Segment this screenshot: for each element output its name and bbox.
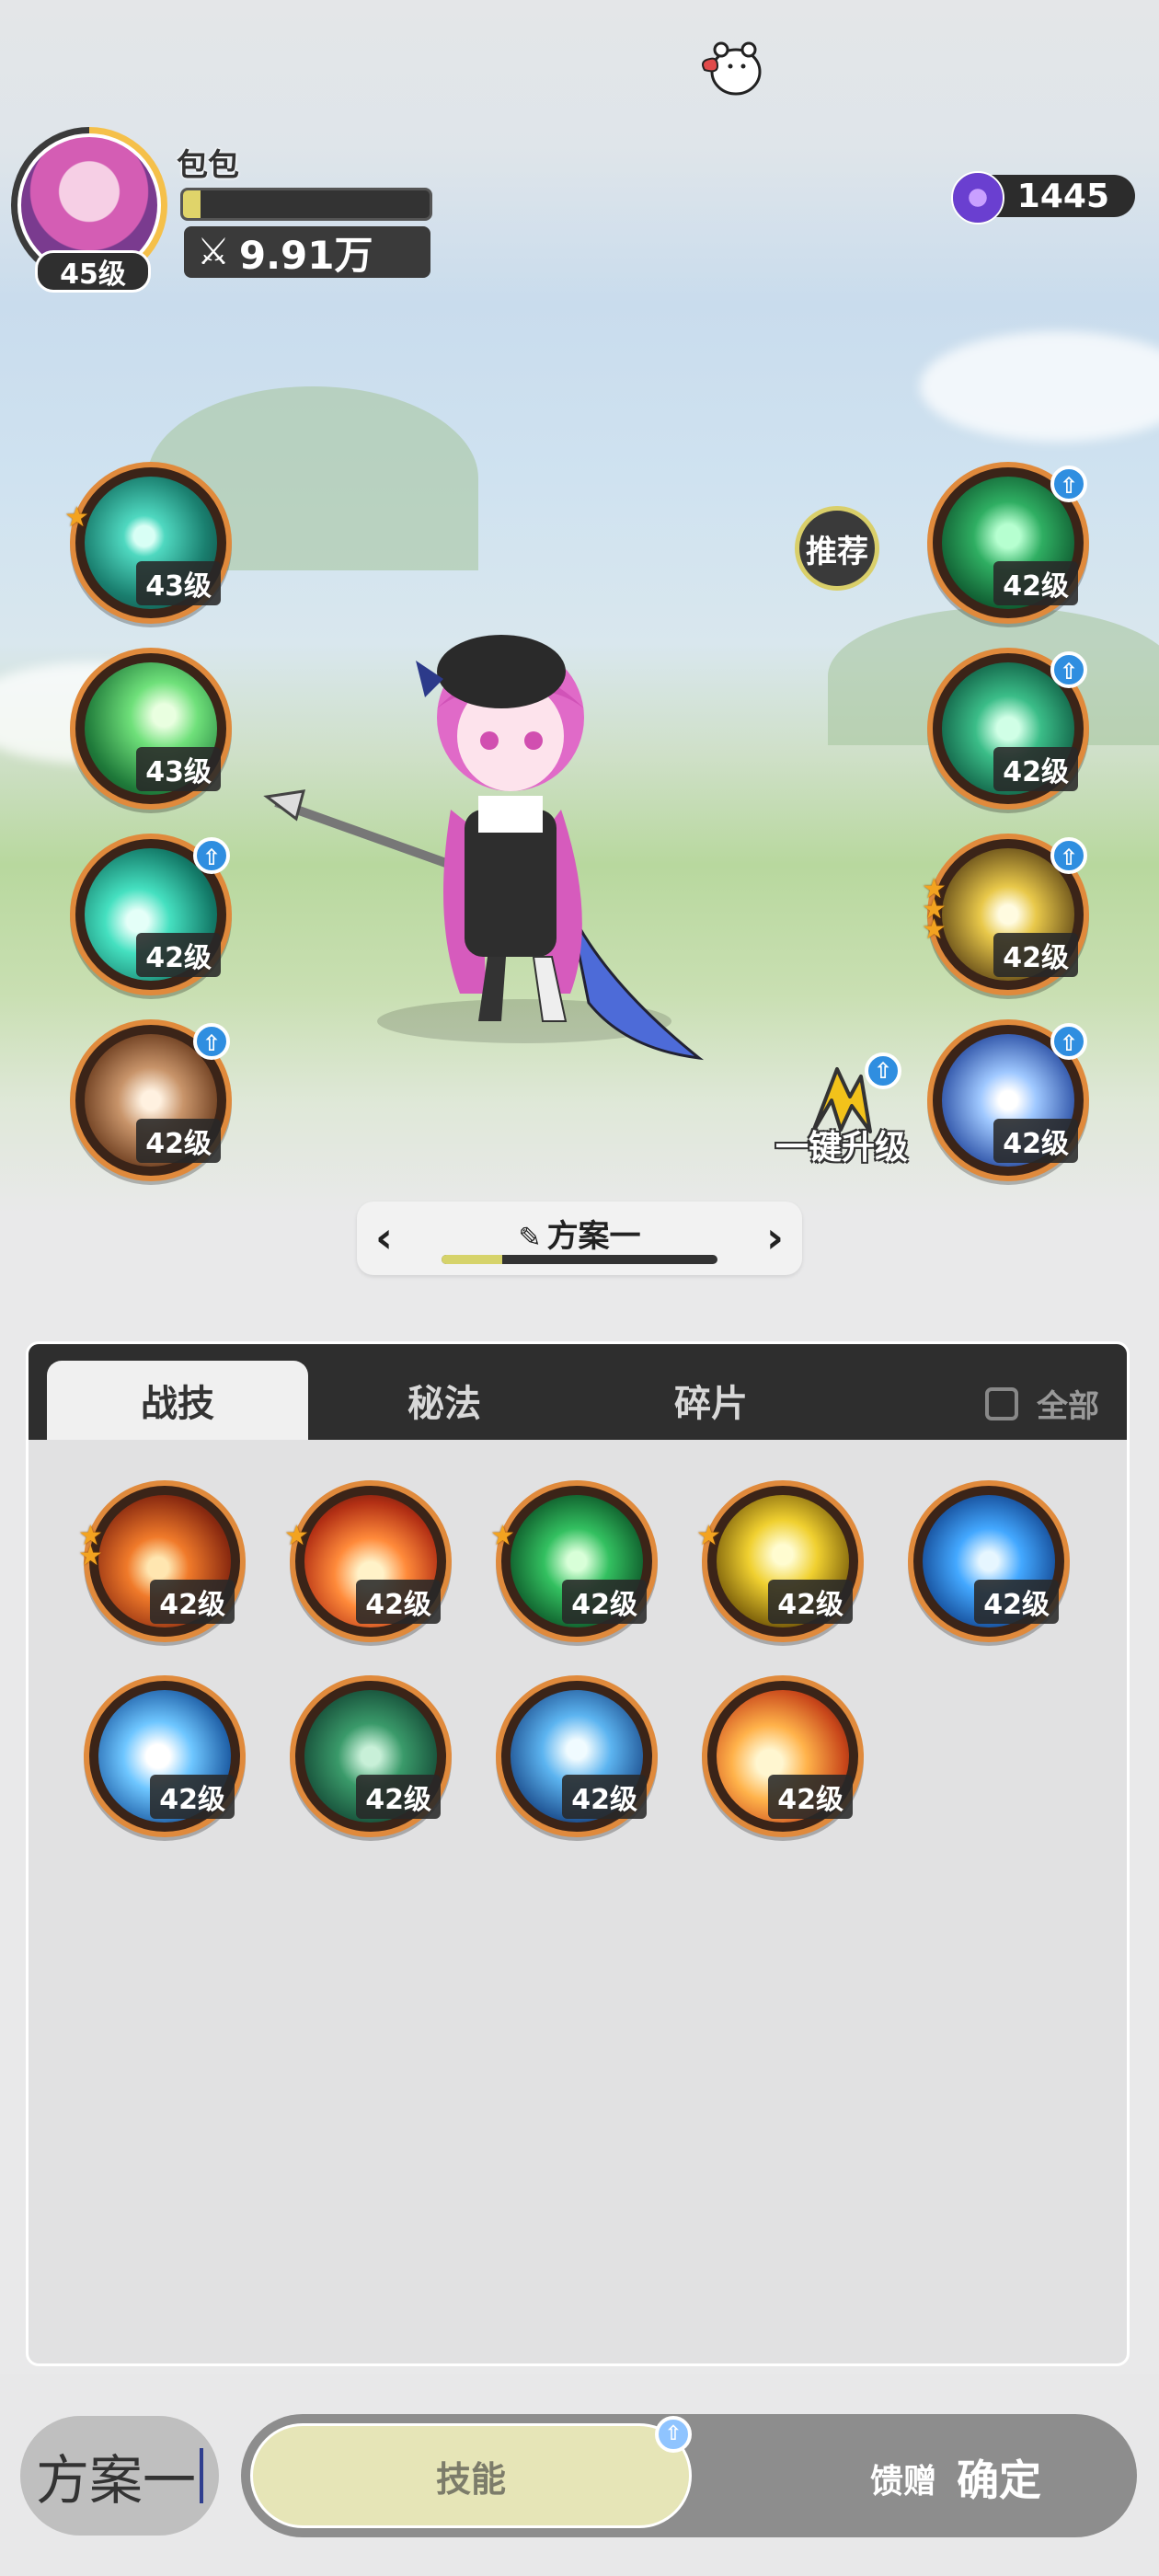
skill-orb[interactable]: 42级 ⇧ (70, 1019, 232, 1181)
gem-icon (951, 171, 1004, 224)
crossed-swords-icon: ⚔ (197, 231, 230, 273)
skill-orb[interactable]: 42级 ⇧ (70, 834, 232, 995)
show-all-toggle[interactable]: 全部 (985, 1381, 1099, 1426)
skill-level: 42级 (136, 1119, 221, 1163)
star-icon: ★ (78, 1540, 103, 1572)
skill-level: 42级 (993, 1119, 1078, 1163)
plan-switch-label: 方案一 (35, 2449, 196, 2512)
player-level-badge: 45级 (35, 250, 151, 293)
edit-pencil-icon: ✎ (518, 1222, 542, 1254)
skill-level: 42级 (356, 1775, 441, 1819)
player-name: 包包 (177, 147, 239, 184)
mode-skills-button[interactable]: 技能 (250, 2423, 692, 2528)
upgrade-arrow-icon: ⇧ (193, 1023, 230, 1060)
skill-panel: 战技 秘法 碎片 全部 42级 ★ ★ 42级 ★ 42级 ★ 42级 ★ 42级 42级 42级 42… (26, 1341, 1130, 2366)
combat-power: ⚔ 9.91万 (184, 226, 430, 278)
star-icon: ★ (490, 1520, 515, 1552)
plan-progress-bar (442, 1255, 717, 1264)
skill-orb[interactable]: 42级 ★ (284, 1480, 452, 1642)
skill-level: 42级 (562, 1580, 647, 1624)
exp-bar-fill (183, 190, 201, 218)
skill-orb[interactable]: 42级 (702, 1675, 864, 1837)
mode-gift-button[interactable]: 馈赠 (870, 2455, 936, 2502)
skill-level: 42级 (356, 1580, 441, 1624)
tab-combat-skills[interactable]: 战技 (47, 1361, 308, 1440)
plan-name[interactable]: ✎ 方案一 (357, 1211, 802, 1256)
star-icon: ★ (696, 1520, 721, 1552)
skill-level: 42级 (150, 1580, 235, 1624)
tab-secret-arts[interactable]: 秘法 (314, 1361, 575, 1440)
skill-level: 42级 (562, 1775, 647, 1819)
skill-orb[interactable]: 42级 ⇧ (927, 1019, 1089, 1181)
skill-orb[interactable]: 42级 ★ ★ ★ ⇧ (922, 834, 1089, 995)
one-click-upgrade-label: 一键升级 (775, 1129, 908, 1167)
skill-orb[interactable]: 42级 (496, 1675, 658, 1837)
upgrade-arrow-icon: ⇧ (1050, 1023, 1087, 1060)
skill-orb[interactable]: 43级 (70, 648, 232, 810)
plan-switch-button[interactable]: 方案一 (20, 2416, 219, 2536)
skill-level: 43级 (136, 561, 221, 605)
skill-orb[interactable]: 43级 ★ (64, 462, 232, 624)
currency-amount: 1445 (1016, 177, 1109, 215)
skill-level: 43级 (136, 747, 221, 791)
next-plan-arrow-icon[interactable]: › (766, 1214, 784, 1260)
exp-bar (180, 188, 432, 221)
skill-level: 42级 (993, 561, 1078, 605)
star-icon: ★ (922, 914, 947, 946)
plan-selector: ‹ ✎ 方案一 › (357, 1202, 802, 1275)
upgrade-arrow-icon: ⇧ (655, 2416, 692, 2453)
skill-orb[interactable]: 42级 (84, 1675, 246, 1837)
skill-level: 42级 (974, 1580, 1059, 1624)
tab-fragments[interactable]: 碎片 (580, 1361, 842, 1440)
skill-orb[interactable]: 42级 ★ (490, 1480, 658, 1642)
skill-level: 42级 (993, 747, 1078, 791)
upgrade-arrow-icon: ⇧ (1050, 837, 1087, 874)
skill-level: 42级 (768, 1580, 853, 1624)
confirm-button[interactable]: 确定 (957, 2447, 1041, 2508)
mascot-icon[interactable] (695, 35, 769, 105)
skill-orb[interactable]: 42级 (290, 1675, 452, 1837)
plan-name-text: 方案一 (546, 1218, 641, 1255)
upgrade-arrow-icon: ⇧ (1050, 651, 1087, 688)
show-all-label: 全部 (1037, 1388, 1099, 1425)
skill-level: 42级 (993, 933, 1078, 977)
show-all-checkbox[interactable] (985, 1386, 1018, 1420)
upgrade-arrow-icon: ⇧ (865, 1052, 901, 1089)
skill-level: 42级 (150, 1775, 235, 1819)
text-cursor (200, 2448, 203, 2503)
skill-level: 42级 (136, 933, 221, 977)
recommend-button[interactable]: 推荐 (795, 506, 879, 591)
upgrade-arrow-icon: ⇧ (193, 837, 230, 874)
skill-orb[interactable]: 42级 ★ ★ (78, 1480, 246, 1642)
skill-orb[interactable]: 42级 ★ (696, 1480, 864, 1642)
character-sprite (263, 635, 705, 1061)
skill-orb[interactable]: 42级 (908, 1480, 1070, 1642)
star-icon: ★ (284, 1520, 309, 1552)
upgrade-arrow-icon: ⇧ (1050, 466, 1087, 502)
star-icon: ★ (64, 501, 89, 534)
skill-orb[interactable]: 42级 ⇧ (927, 462, 1089, 624)
plan-progress-fill (442, 1255, 502, 1264)
skill-level: 42级 (768, 1775, 853, 1819)
tab-bar: 战技 秘法 碎片 全部 (29, 1344, 1127, 1440)
combat-power-value: 9.91万 (238, 232, 373, 278)
skill-orb[interactable]: 42级 ⇧ (927, 648, 1089, 810)
